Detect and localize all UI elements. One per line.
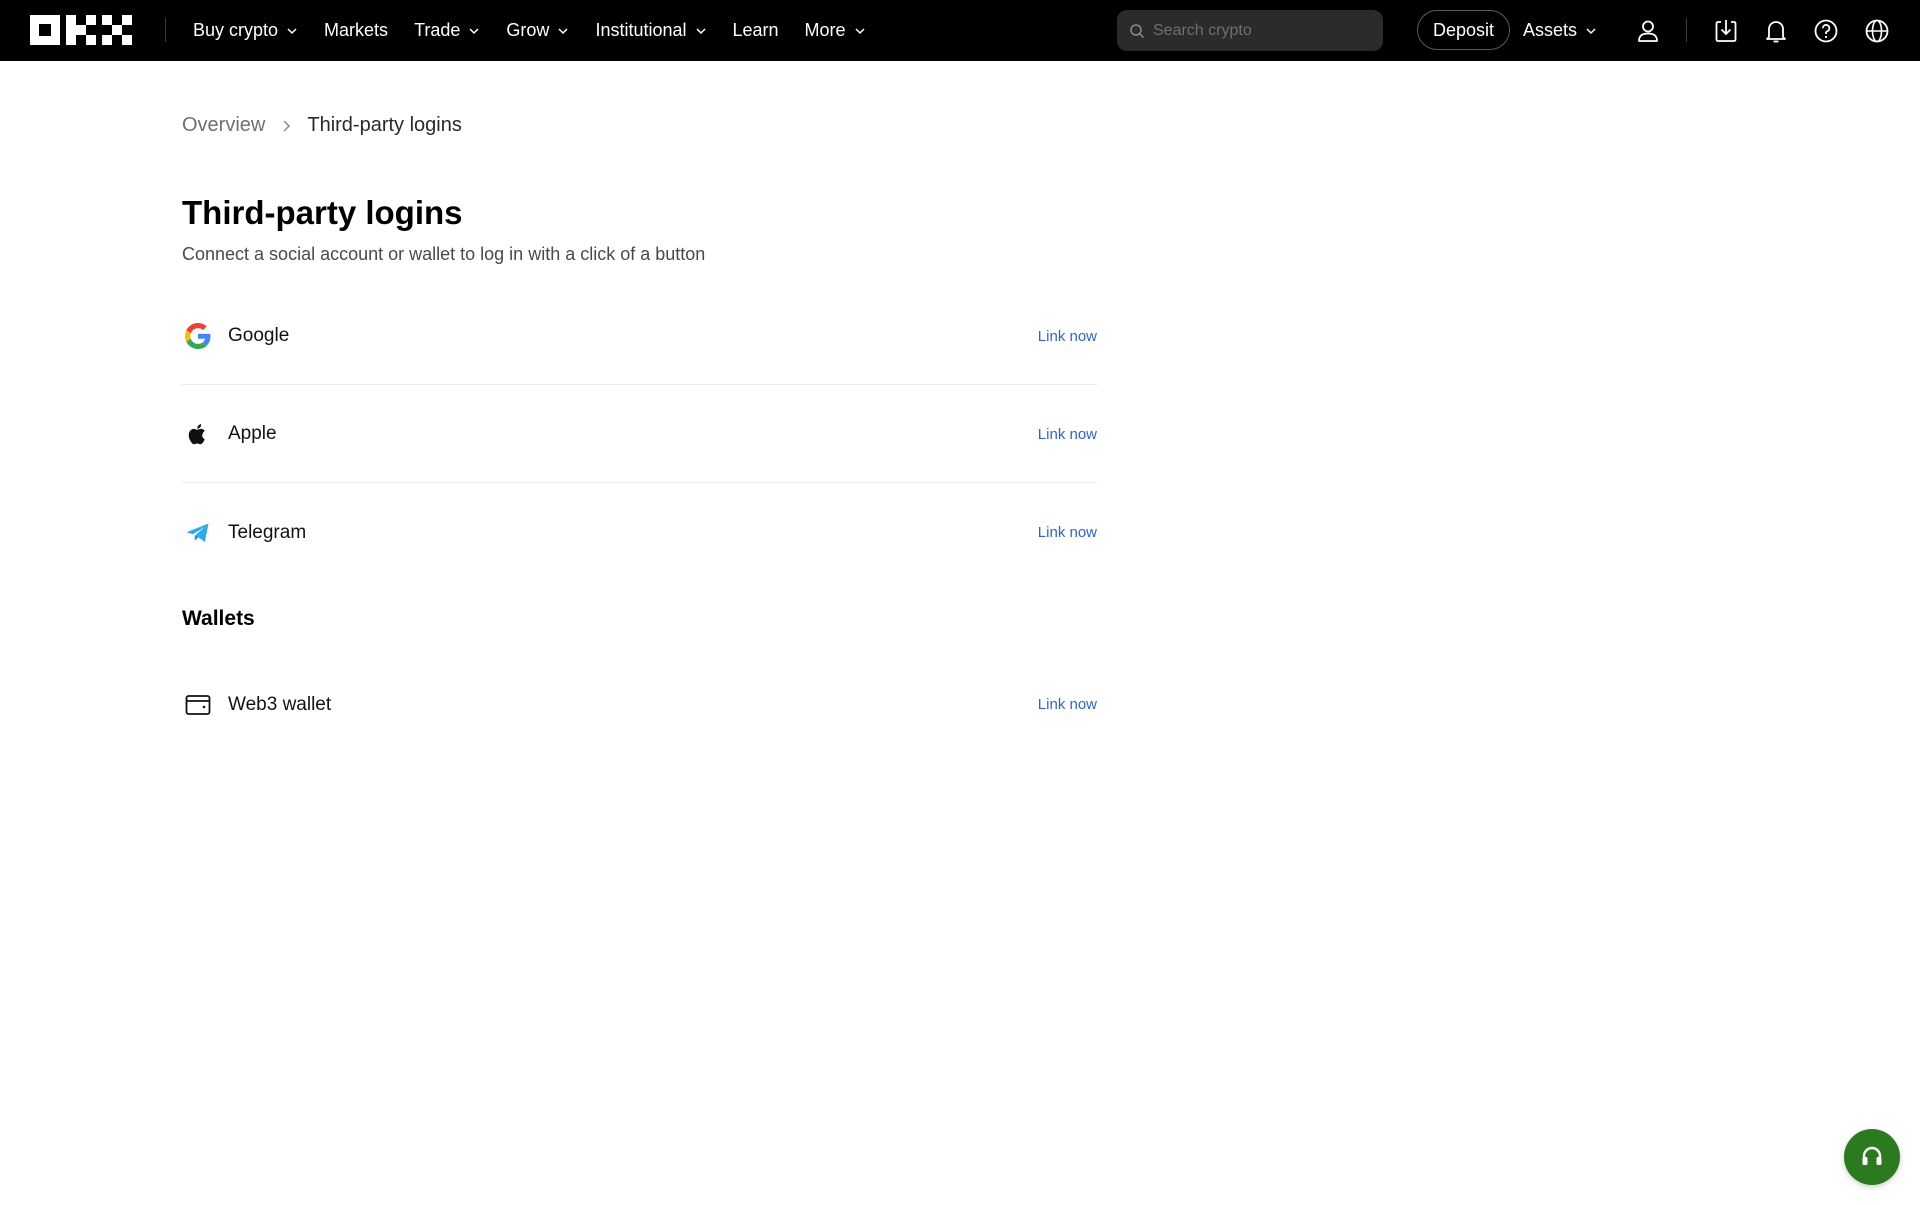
- download-icon[interactable]: [1712, 17, 1740, 45]
- support-chat-button[interactable]: [1844, 1129, 1900, 1185]
- nav-more[interactable]: More: [805, 20, 866, 41]
- nav-grow-label: Grow: [506, 20, 550, 40]
- wallet-icon: [184, 691, 212, 719]
- nav-buy-crypto-label: Buy crypto: [193, 20, 279, 40]
- nav-learn-label: Learn: [732, 20, 779, 40]
- nav-buy-crypto[interactable]: Buy crypto: [193, 20, 298, 41]
- nav-institutional[interactable]: Institutional: [595, 20, 706, 41]
- nav-divider: [165, 18, 166, 42]
- chevron-down-icon: [695, 27, 706, 34]
- globe-icon[interactable]: [1863, 17, 1891, 45]
- help-icon[interactable]: [1812, 17, 1840, 45]
- nav-learn[interactable]: Learn: [733, 20, 779, 41]
- nav-markets-label: Markets: [324, 20, 389, 40]
- chevron-down-icon: [855, 27, 865, 34]
- login-name-apple: Apple: [228, 423, 277, 444]
- link-now-web3-wallet[interactable]: Link now: [1038, 696, 1097, 713]
- login-row-google: Google Link now: [182, 288, 1097, 385]
- telegram-icon: [184, 519, 212, 547]
- nav-institutional-label: Institutional: [595, 20, 687, 40]
- chevron-right-icon: [283, 119, 291, 132]
- login-row-web3-wallet: Web3 wallet Link now: [182, 656, 1097, 753]
- page-title: Third-party logins: [182, 194, 463, 231]
- icon-divider: [1686, 18, 1687, 42]
- login-name-google: Google: [228, 325, 290, 346]
- chevron-down-icon: [1586, 27, 1596, 34]
- page-subtitle: Connect a social account or wallet to lo…: [182, 244, 706, 264]
- breadcrumb-current: Third-party logins: [307, 114, 462, 136]
- google-icon: [184, 322, 212, 350]
- nav-menu: Buy crypto Markets Trade Grow Institutio…: [193, 0, 892, 61]
- nav-grow[interactable]: Grow: [506, 20, 569, 41]
- link-now-apple[interactable]: Link now: [1038, 426, 1097, 443]
- chevron-down-icon: [287, 27, 297, 34]
- assets-menu[interactable]: Assets: [1523, 0, 1597, 61]
- login-name-telegram: Telegram: [228, 521, 307, 543]
- nav-markets[interactable]: Markets: [324, 20, 388, 41]
- assets-label: Assets: [1523, 20, 1578, 40]
- top-navigation: Buy crypto Markets Trade Grow Institutio…: [0, 0, 1920, 61]
- login-row-telegram: Telegram Link now: [182, 484, 1097, 581]
- deposit-button[interactable]: Deposit: [1417, 10, 1510, 50]
- wallets-section-title: Wallets: [182, 607, 255, 630]
- nav-trade-label: Trade: [414, 20, 461, 40]
- user-icon[interactable]: [1634, 17, 1662, 45]
- login-row-apple: Apple Link now: [182, 386, 1097, 483]
- login-name-web3-wallet: Web3 wallet: [228, 693, 332, 715]
- chevron-down-icon: [558, 27, 568, 34]
- search-input[interactable]: [1153, 21, 1373, 40]
- link-now-google[interactable]: Link now: [1038, 328, 1097, 345]
- search-box[interactable]: [1117, 10, 1383, 51]
- link-now-telegram[interactable]: Link now: [1038, 524, 1097, 541]
- search-icon: [1130, 23, 1145, 38]
- bell-icon[interactable]: [1762, 17, 1790, 45]
- chevron-down-icon: [469, 27, 479, 34]
- nav-trade[interactable]: Trade: [414, 20, 480, 41]
- okx-logo[interactable]: [30, 15, 132, 45]
- nav-more-label: More: [804, 20, 846, 40]
- breadcrumb: Overview Third-party logins: [182, 114, 462, 137]
- headset-icon: [1862, 1146, 1882, 1165]
- apple-icon: [184, 420, 212, 448]
- breadcrumb-overview[interactable]: Overview: [182, 114, 265, 137]
